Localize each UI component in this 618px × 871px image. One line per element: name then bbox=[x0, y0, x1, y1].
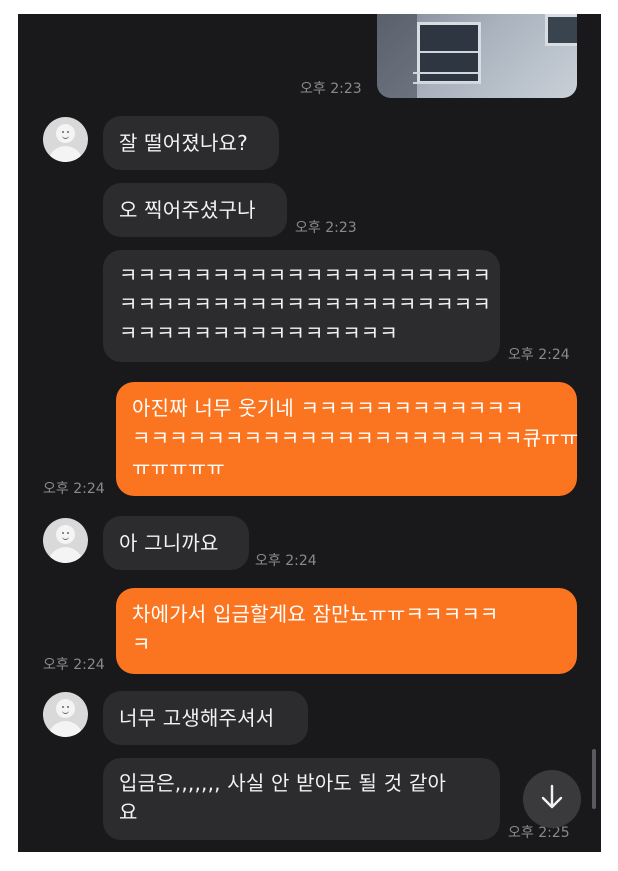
message-timestamp: 오후 2:24 bbox=[43, 657, 105, 673]
outgoing-message-bubble[interactable]: 차에가서 입금할게요 잠만뇨ㅠㅠㅋㅋㅋㅋㅋ ㅋ bbox=[116, 588, 577, 674]
message-text: 아진짜 너무 웃기네 ㅋㅋㅋㅋㅋㅋㅋㅋㅋㅋㅋㅋ bbox=[132, 396, 524, 420]
message-timestamp: 오후 2:24 bbox=[43, 481, 105, 497]
photo-message[interactable] bbox=[377, 14, 577, 98]
arrow-down-icon bbox=[537, 782, 567, 816]
incoming-message-bubble[interactable]: 입금은,,,,,,, 사실 안 받아도 될 것 같아 요 bbox=[103, 758, 500, 840]
message-text: ㅋ bbox=[132, 632, 151, 656]
message-text: ㅋㅋㅋㅋㅋㅋㅋㅋㅋㅋㅋㅋㅋㅋㅋㅋㅋㅋㅋㅋ bbox=[119, 292, 491, 316]
incoming-message-bubble[interactable]: ㅋㅋㅋㅋㅋㅋㅋㅋㅋㅋㅋㅋㅋㅋㅋㅋㅋㅋㅋㅋ ㅋㅋㅋㅋㅋㅋㅋㅋㅋㅋㅋㅋㅋㅋㅋㅋㅋㅋㅋ… bbox=[103, 250, 500, 362]
sender-avatar[interactable] bbox=[43, 692, 88, 737]
incoming-message-bubble[interactable]: 오 찍어주셨구나 bbox=[103, 183, 287, 237]
message-text: 요 bbox=[119, 800, 138, 824]
photo-window bbox=[545, 14, 577, 46]
sender-avatar[interactable] bbox=[43, 117, 88, 162]
message-text: 잘 떨어졌나요? bbox=[119, 131, 248, 155]
message-text: ㅋㅋㅋㅋㅋㅋㅋㅋㅋㅋㅋㅋㅋㅋㅋ bbox=[119, 321, 398, 345]
photo-timestamp: 오후 2:23 bbox=[300, 81, 362, 97]
incoming-message-bubble[interactable]: 아 그니까요 bbox=[103, 516, 249, 570]
message-text: 오 찍어주셨구나 bbox=[119, 198, 256, 222]
message-timestamp: 오후 2:24 bbox=[508, 347, 570, 363]
message-text: ㅋㅋㅋㅋㅋㅋㅋㅋㅋㅋㅋㅋㅋㅋㅋㅋㅋㅋㅋㅋㅋ큐ㅠㅠ bbox=[132, 426, 579, 450]
message-text: 너무 고생해주셔서 bbox=[119, 706, 275, 730]
photo-building-shadow bbox=[377, 14, 417, 98]
message-text: ㅠㅠㅠㅠㅠ bbox=[132, 456, 225, 480]
message-text: 차에가서 입금할게요 잠만뇨ㅠㅠㅋㅋㅋㅋㅋ bbox=[132, 602, 499, 626]
outgoing-message-bubble[interactable]: 아진짜 너무 웃기네 ㅋㅋㅋㅋㅋㅋㅋㅋㅋㅋㅋㅋ ㅋㅋㅋㅋㅋㅋㅋㅋㅋㅋㅋㅋㅋㅋㅋㅋ… bbox=[116, 382, 579, 496]
photo-railing bbox=[413, 72, 479, 84]
incoming-message-bubble[interactable]: 너무 고생해주셔서 bbox=[103, 691, 308, 745]
sender-avatar[interactable] bbox=[43, 518, 88, 563]
message-text: ㅋㅋㅋㅋㅋㅋㅋㅋㅋㅋㅋㅋㅋㅋㅋㅋㅋㅋㅋㅋ bbox=[119, 263, 491, 287]
message-timestamp: 오후 2:24 bbox=[255, 553, 317, 569]
chat-screen: 오후 2:23 잘 떨어졌나요? 오 찍어주셨구나 오후 2:23 ㅋㅋㅋㅋㅋㅋ… bbox=[18, 14, 601, 852]
scrollbar[interactable] bbox=[592, 749, 596, 809]
message-text: 입금은,,,,,,, 사실 안 받아도 될 것 같아 bbox=[119, 771, 447, 795]
message-timestamp: 오후 2:23 bbox=[295, 220, 357, 236]
message-text: 아 그니까요 bbox=[119, 531, 219, 555]
scroll-to-bottom-button[interactable] bbox=[523, 770, 581, 828]
incoming-message-bubble[interactable]: 잘 떨어졌나요? bbox=[103, 116, 279, 170]
